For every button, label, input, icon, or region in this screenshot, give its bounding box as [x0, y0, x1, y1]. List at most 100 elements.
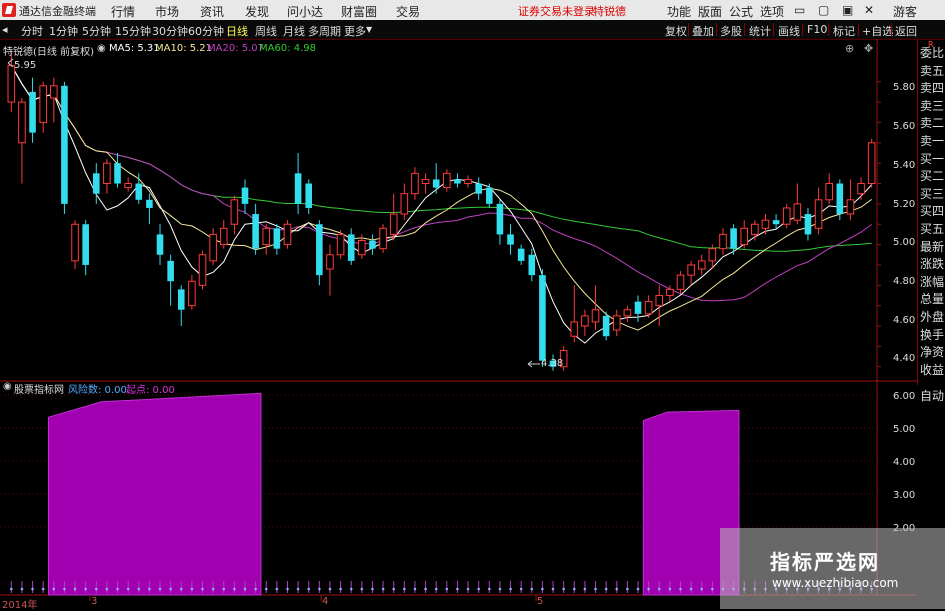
candle-body	[804, 214, 812, 235]
candle-body	[772, 220, 780, 225]
auto-button[interactable]: 自动	[917, 385, 945, 403]
tab-60min[interactable]: 60分钟	[188, 23, 224, 39]
crosshair-icon[interactable]: ✥	[864, 42, 873, 55]
candle-body	[740, 227, 749, 246]
side-panel-item[interactable]: 外盘	[920, 308, 944, 325]
side-panel-item[interactable]: 卖五	[920, 62, 944, 79]
window-icon[interactable]: ▢	[818, 3, 829, 17]
side-panel-item[interactable]: 卖一	[920, 132, 944, 149]
kline-chart[interactable]	[0, 39, 917, 609]
indicator-dot	[466, 587, 470, 591]
drawing-button[interactable]: 画线	[778, 23, 800, 39]
side-panel-item[interactable]: 净资	[920, 343, 944, 360]
minimize-icon[interactable]: ▭	[794, 3, 805, 17]
indicator-dot	[63, 587, 66, 591]
tab-more[interactable]: 更多	[344, 23, 366, 39]
indicator-settings-icon[interactable]: ◉	[3, 381, 12, 392]
candle-body	[496, 203, 504, 235]
close-icon[interactable]: ✕	[864, 3, 874, 17]
candle-body	[39, 85, 47, 123]
side-panel-item[interactable]: 最新	[920, 238, 944, 255]
indicator-dot	[498, 587, 502, 591]
f10-button[interactable]: F10	[807, 23, 827, 36]
candle-body	[294, 173, 302, 204]
add-watchlist-button[interactable]: +自选	[862, 23, 893, 39]
menu-item-news[interactable]: 资讯	[200, 3, 224, 20]
tab-1min[interactable]: 1分钟	[49, 23, 78, 39]
ma60-label: MA60: 4.98	[259, 43, 317, 54]
indicator-dot	[562, 587, 565, 591]
indicator-dot	[233, 587, 236, 591]
indicator-dot	[392, 587, 396, 591]
side-panel-item[interactable]: 卖四	[920, 79, 944, 96]
candle-body	[486, 187, 493, 204]
side-panel-item[interactable]: 买二	[920, 167, 944, 184]
tab-weekly[interactable]: 周线	[255, 23, 277, 39]
side-panel-item[interactable]: 委比	[920, 44, 944, 61]
tab-30min[interactable]: 30分钟	[152, 23, 188, 39]
overlay-button[interactable]: 叠加	[692, 23, 714, 39]
indicator-y-tick: 4.00	[893, 457, 916, 468]
candle-body	[825, 183, 833, 201]
indicator-dot	[73, 587, 77, 591]
side-panel-item[interactable]: 卖三	[920, 97, 944, 114]
indicator-dot	[349, 587, 353, 591]
side-panel-item[interactable]: 买五	[920, 220, 944, 237]
tab-daily[interactable]: 日线	[226, 23, 248, 39]
app-logo-icon	[2, 3, 16, 17]
indicator-dot	[296, 587, 300, 591]
side-panel-item[interactable]: 收益	[920, 361, 944, 378]
tab-15min[interactable]: 15分钟	[115, 23, 151, 39]
tab-timeshare[interactable]: 分时	[21, 23, 43, 39]
candle-body	[782, 207, 791, 225]
y-tick: 5.40	[893, 160, 916, 171]
side-panel-item[interactable]: 总量	[920, 290, 944, 307]
menu-item-wealth[interactable]: 财富圈	[341, 3, 377, 20]
mark-button[interactable]: 标记	[833, 23, 855, 39]
menu-item-function[interactable]: 功能	[667, 3, 691, 20]
indicator-dot	[615, 587, 619, 591]
candle-body	[612, 315, 621, 331]
indicator-area	[47, 392, 262, 596]
candle-body	[29, 91, 36, 133]
zoom-icon[interactable]: ⊕	[845, 42, 854, 55]
side-panel-item[interactable]: 涨跌	[920, 255, 944, 272]
settings-dot-icon[interactable]: ◉	[97, 43, 106, 54]
indicator-dot	[360, 587, 364, 591]
side-panel-item[interactable]: 涨幅	[920, 273, 944, 290]
candle-body	[305, 183, 313, 208]
menu-item-ask[interactable]: 问小达	[287, 3, 323, 20]
y-tick: 4.40	[893, 353, 916, 364]
restore-rights-button[interactable]: 复权	[665, 23, 687, 39]
statistics-button[interactable]: 统计	[749, 23, 771, 39]
candle-body	[262, 227, 271, 246]
low-marker-arrow	[527, 360, 540, 368]
window-restore-icon[interactable]: ▣	[842, 3, 853, 17]
chevron-down-icon[interactable]: ▼	[366, 25, 372, 34]
menu-item-discover[interactable]: 发现	[245, 3, 269, 20]
menu-item-options[interactable]: 选项	[760, 3, 784, 20]
menu-item-quotes[interactable]: 行情	[111, 3, 135, 20]
multi-stock-button[interactable]: 多股	[720, 23, 742, 39]
login-notice[interactable]: 证券交易未登录	[518, 3, 595, 19]
menu-item-market[interactable]: 市场	[155, 3, 179, 20]
candle-body	[443, 172, 451, 189]
tab-monthly[interactable]: 月线	[283, 23, 305, 39]
left-arrow-icon[interactable]: ◂	[2, 23, 8, 36]
menu-item-trade[interactable]: 交易	[396, 3, 420, 20]
side-panel-item[interactable]: 买四	[920, 202, 944, 219]
tab-5min[interactable]: 5分钟	[82, 23, 111, 39]
side-panel-item[interactable]: 换手	[920, 326, 944, 343]
tab-multi-period[interactable]: 多周期	[308, 23, 341, 39]
side-panel-item[interactable]: 买一	[920, 150, 944, 167]
candle-body	[857, 183, 865, 195]
user-label[interactable]: 游客	[893, 3, 917, 20]
back-button[interactable]: 返回	[895, 23, 917, 39]
low-price-label: 4.38	[541, 358, 564, 369]
candle-body	[751, 223, 759, 235]
side-panel-item[interactable]: 买三	[920, 185, 944, 202]
side-panel-item[interactable]: 卖二	[920, 114, 944, 131]
menu-item-formula[interactable]: 公式	[729, 3, 753, 20]
menu-item-layout[interactable]: 版面	[698, 3, 722, 20]
indicator-dot	[689, 587, 693, 591]
